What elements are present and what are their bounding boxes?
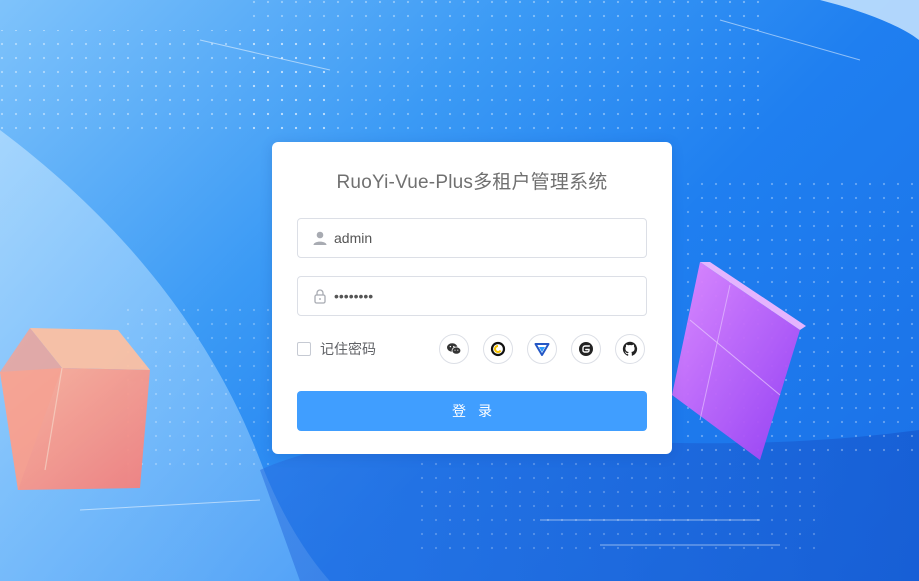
login-page: RuoYi-Vue-Plus多租户管理系统 记住密码 <box>0 0 919 581</box>
wechat-login-button[interactable] <box>439 334 469 364</box>
maxkey-login-button[interactable] <box>483 334 513 364</box>
maxkey-icon <box>490 341 506 357</box>
password-field[interactable] <box>297 276 647 316</box>
user-icon <box>313 231 327 245</box>
gitee-login-button[interactable] <box>571 334 601 364</box>
login-button[interactable]: 登录 <box>297 391 647 431</box>
github-icon <box>622 341 638 356</box>
github-login-button[interactable] <box>615 334 645 364</box>
topiam-icon <box>534 343 550 356</box>
lock-icon <box>314 289 326 304</box>
remember-checkbox[interactable] <box>297 342 311 356</box>
gitee-icon <box>579 342 593 356</box>
topiam-login-button[interactable] <box>527 334 557 364</box>
remember-password[interactable]: 记住密码 <box>297 341 376 357</box>
username-input[interactable] <box>334 219 634 257</box>
remember-label: 记住密码 <box>320 341 376 357</box>
wechat-icon <box>447 343 462 355</box>
login-title: RuoYi-Vue-Plus多租户管理系统 <box>336 172 608 193</box>
login-card: RuoYi-Vue-Plus多租户管理系统 记住密码 <box>272 142 672 454</box>
password-input[interactable] <box>334 277 634 315</box>
username-field[interactable] <box>297 218 647 258</box>
